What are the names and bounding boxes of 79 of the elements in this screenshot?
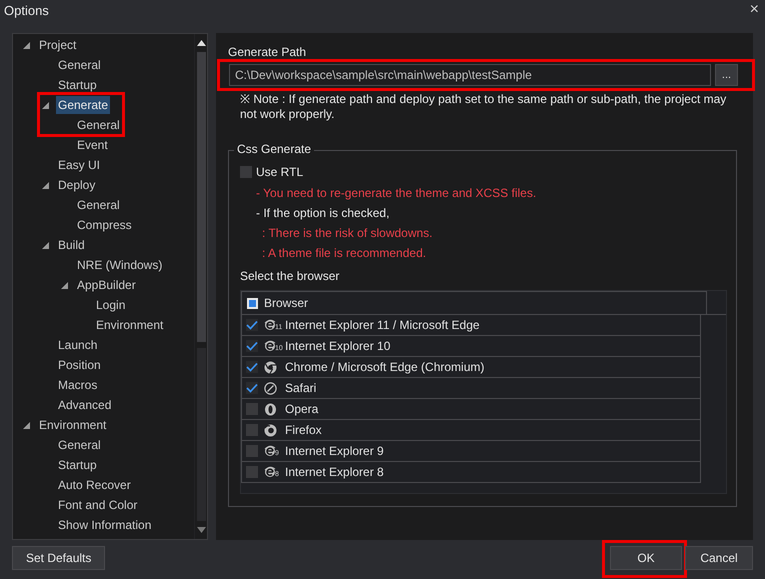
scroll-down-icon[interactable] (196, 527, 206, 533)
tree-item[interactable]: General (56, 436, 103, 454)
dialog-button[interactable]: Cancel (685, 546, 753, 570)
tree-item[interactable]: Environment (94, 316, 166, 334)
expanded-arrow-icon[interactable] (42, 242, 49, 248)
browser-section-label: Select the browser (240, 269, 340, 283)
expanded-arrow-icon[interactable] (23, 422, 30, 428)
checkbox[interactable] (246, 445, 258, 457)
letter-o-icon (264, 402, 277, 416)
expanded-arrow-icon[interactable] (23, 42, 30, 48)
globe-e-icon (264, 340, 276, 352)
scrollbar-track[interactable] (196, 348, 206, 521)
globe-e-icon (264, 445, 276, 457)
checkbox[interactable] (246, 361, 258, 373)
column-header[interactable]: Browser (264, 296, 308, 310)
group-title: Css Generate (234, 142, 314, 156)
tree-item[interactable]: Deploy (56, 176, 98, 194)
tree-item[interactable]: General (56, 56, 103, 74)
checkbox[interactable] (246, 319, 258, 331)
swirl-circle-icon (264, 360, 277, 374)
tree-item[interactable]: Position (56, 356, 103, 374)
checkbox[interactable] (246, 382, 258, 394)
browse-button[interactable]: ... (715, 64, 738, 86)
globe-e-icon (264, 466, 276, 478)
tree-item[interactable]: Compress (75, 216, 134, 234)
expanded-arrow-icon[interactable] (61, 282, 68, 288)
tree-item[interactable]: Build (56, 236, 87, 254)
browser-name: Internet Explorer 9 (285, 444, 384, 458)
fox-circle-icon (264, 424, 277, 436)
globe-e-icon (264, 319, 276, 331)
dialog-button[interactable]: Set Defaults (12, 546, 106, 570)
tree-item[interactable]: Environment (37, 416, 108, 434)
tree-item[interactable]: AppBuilder (75, 276, 138, 294)
close-button[interactable]: × (750, 2, 759, 18)
tree-item[interactable]: Generate (56, 96, 110, 114)
scrollbar-thumb[interactable] (196, 52, 206, 342)
tree-item[interactable]: Font and Color (56, 496, 140, 514)
checkbox[interactable] (246, 403, 258, 415)
checkbox[interactable] (240, 166, 252, 178)
dialog-button[interactable]: OK (610, 546, 682, 570)
window-title: Options (4, 2, 49, 18)
note-line: - You need to re-generate the theme and XCSS files. (256, 186, 536, 200)
browser-name: Safari (285, 381, 316, 395)
tree-item[interactable]: Event (75, 136, 110, 154)
note-line: : A theme file is recommended. (262, 246, 426, 260)
note-line: - If the option is checked, (256, 206, 390, 220)
checkbox[interactable] (246, 340, 258, 352)
tree-item[interactable]: Project (37, 36, 78, 54)
tree-item[interactable]: General (75, 116, 122, 134)
expanded-arrow-icon[interactable] (42, 102, 49, 108)
tree-item[interactable]: Startup (56, 456, 99, 474)
tree-item[interactable]: NRE (Windows) (75, 256, 164, 274)
scrollbar[interactable] (194, 34, 207, 539)
tree-item[interactable]: Login (94, 296, 128, 314)
tree-item[interactable]: Easy UI (56, 156, 102, 174)
browser-name: Internet Explorer 10 (285, 339, 390, 353)
browser-name: Internet Explorer 8 (285, 465, 384, 479)
tree-item[interactable]: Advanced (56, 396, 114, 414)
tree-item[interactable]: Show Information (56, 516, 154, 534)
tree-item[interactable]: Auto Recover (56, 476, 133, 494)
note-text: ※ Note : If generate path and deploy path set to the same path or sub-path, the project may not work properly. (239, 91, 728, 122)
tree-item[interactable]: Launch (56, 336, 100, 354)
generate-path-label: Generate Path (228, 45, 308, 59)
browser-name: Chrome / Microsoft Edge (Chromium) (285, 360, 484, 374)
browser-name: Internet Explorer 11 / Microsoft Edge (285, 318, 480, 332)
checkbox[interactable] (246, 466, 258, 478)
tree-item[interactable]: Startup (56, 76, 99, 94)
path-field[interactable]: C:\Dev\workspace\sample\src\main\webapp\testSample (229, 64, 711, 86)
browser-name: Firefox (285, 423, 322, 437)
header-checkbox[interactable] (247, 298, 258, 308)
checkbox[interactable] (246, 424, 258, 436)
note-line: : There is the risk of slowdowns. (262, 226, 433, 240)
tree-item[interactable]: Macros (56, 376, 100, 394)
expanded-arrow-icon[interactable] (42, 182, 49, 188)
compass-icon (264, 382, 277, 394)
tree-item[interactable]: General (75, 196, 122, 214)
checkbox-label: Use RTL (256, 165, 304, 179)
browser-name: Opera (285, 402, 318, 416)
scroll-up-icon[interactable] (196, 40, 206, 46)
